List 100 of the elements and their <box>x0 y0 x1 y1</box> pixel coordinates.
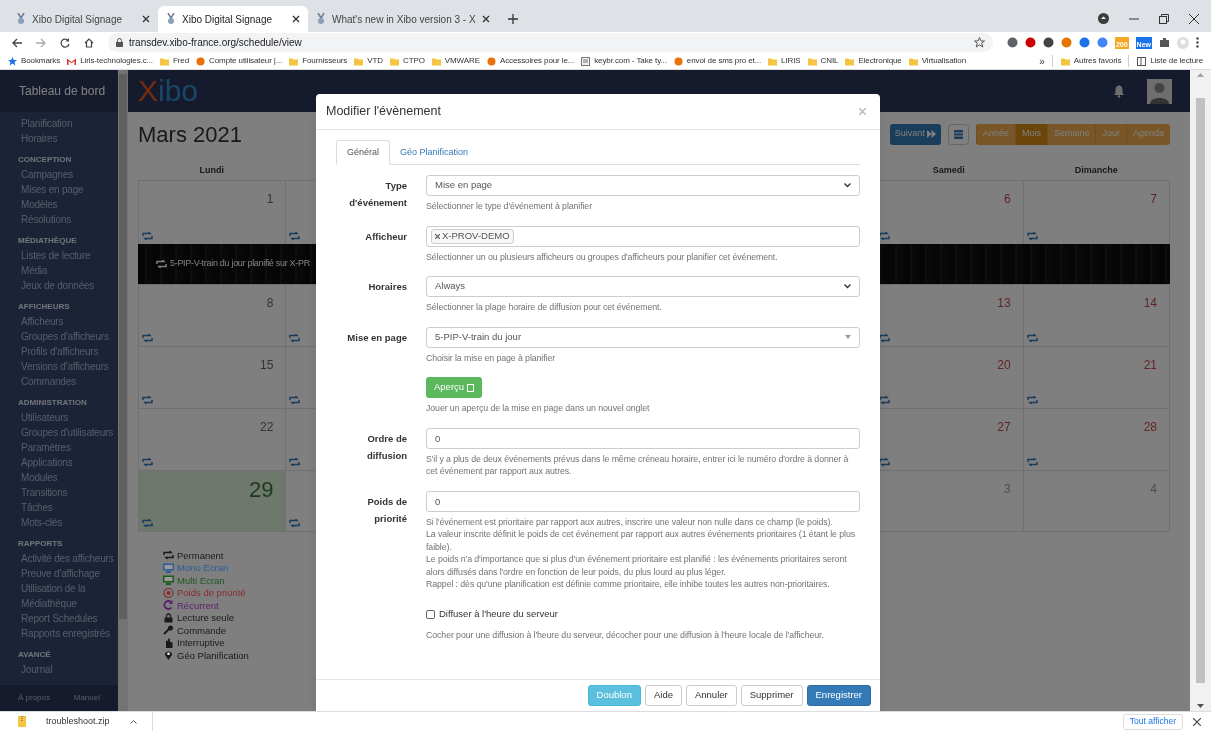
sidebar-item[interactable]: Groupes d'afficheurs <box>0 329 118 344</box>
bookmark[interactable]: Virtualisation <box>908 55 966 67</box>
extension-icon[interactable] <box>1042 37 1054 48</box>
extension-icon[interactable] <box>1024 37 1036 48</box>
footer-button[interactable]: Aide <box>644 685 682 706</box>
bookmark[interactable]: Accessoires pour le... <box>486 55 575 67</box>
sidebar-item[interactable]: Horaires <box>0 131 118 146</box>
reading-list[interactable]: Liste de lecture <box>1128 55 1203 67</box>
bookmark[interactable]: CTPO <box>389 55 425 67</box>
close-icon[interactable] <box>1193 717 1201 726</box>
address-field[interactable]: transdev.xibo-france.org/schedule/view <box>108 33 993 52</box>
view-tab[interactable]: Année <box>975 123 1015 145</box>
bookmark[interactable]: keybr.com - Take ty... <box>581 55 667 67</box>
sidebar-item[interactable]: Paramètres <box>0 440 118 455</box>
next-button[interactable]: Suivant <box>889 123 941 145</box>
view-tab[interactable]: Jour <box>1095 123 1126 145</box>
close-icon <box>142 15 150 23</box>
view-tab[interactable]: Mois <box>1014 123 1047 145</box>
sidebar-item[interactable]: Modèles <box>0 197 118 212</box>
logo: Xibo <box>138 76 199 106</box>
restore-icon[interactable] <box>1159 13 1169 24</box>
star-icon[interactable] <box>973 37 985 48</box>
repeat-icon <box>1026 458 1038 466</box>
sidebar-item[interactable]: Rapports enregistrés <box>0 626 118 641</box>
extension-icon[interactable] <box>1006 37 1018 48</box>
bookmark[interactable]: Liris-technologies.c... <box>67 55 153 67</box>
new-tab-icon[interactable] <box>507 14 518 24</box>
checkbox[interactable] <box>426 609 435 619</box>
scrollbar-thumb[interactable] <box>1196 98 1205 683</box>
sidebar-item[interactable]: Profils d'afficheurs <box>0 344 118 359</box>
select-field[interactable]: 5-PIP-V-train du jour <box>426 326 860 348</box>
tag-field[interactable]: X-PROV-DEMO <box>426 225 860 247</box>
select-field[interactable]: Always <box>426 276 860 297</box>
sidebar-title[interactable]: Tableau de bord <box>0 70 118 112</box>
browser-tab[interactable]: Xibo Digital Signage <box>158 6 308 32</box>
back-icon[interactable] <box>12 37 22 48</box>
tag-chip[interactable]: X-PROV-DEMO <box>431 228 514 244</box>
sidebar-item[interactable]: Média <box>0 263 118 278</box>
scrollbar-thumb[interactable] <box>119 74 127 619</box>
bookmark[interactable]: Autres favoris <box>1051 55 1122 67</box>
day-cell[interactable]: 14 <box>1022 285 1170 346</box>
reload-icon[interactable] <box>60 37 70 48</box>
weekday-header: Dimanche <box>1074 165 1118 175</box>
bookmark[interactable]: envoi de sms pro et... <box>673 55 762 67</box>
number-field[interactable]: 0 <box>426 427 860 449</box>
bookmark[interactable]: VMWARE <box>431 55 480 67</box>
bookmark[interactable]: VTD <box>354 55 383 67</box>
home-icon[interactable] <box>84 37 94 48</box>
avatar-icon[interactable] <box>1147 78 1172 104</box>
preview-button[interactable]: Aperçu <box>426 377 483 398</box>
day-cell[interactable]: 15 <box>138 347 286 408</box>
account-icon[interactable] <box>1098 13 1109 24</box>
more-bookmarks[interactable]: » <box>1039 53 1045 69</box>
scroll-down-icon[interactable] <box>1197 704 1204 708</box>
bookmark[interactable]: Fournisseurs <box>289 55 348 67</box>
footer-button[interactable]: Enregistrer <box>806 685 871 706</box>
sidebar-item[interactable]: Applications <box>0 455 118 470</box>
bookmark[interactable]: Fred <box>160 55 190 67</box>
download-item[interactable]: troubleshoot.zip <box>18 711 153 731</box>
view-tab[interactable]: Agenda <box>1125 123 1170 145</box>
modal-tab[interactable]: Général <box>336 140 391 165</box>
sidebar-item[interactable]: Résolutions <box>0 212 118 227</box>
sidebar-item[interactable]: Utilisateurs <box>0 410 118 425</box>
footer-button[interactable]: Doublon <box>587 685 641 706</box>
sidebar-item[interactable]: Transitions <box>0 485 118 500</box>
show-all-button[interactable]: Tout afficher <box>1122 713 1183 730</box>
calendar-icon[interactable] <box>947 123 969 145</box>
bookmark[interactable]: Compte utilisateur |... <box>196 55 283 67</box>
close-icon <box>481 15 490 23</box>
day-cell[interactable]: 29 <box>138 471 286 531</box>
number-field[interactable]: 0 <box>426 490 860 512</box>
day-cell[interactable]: 21 <box>1022 347 1170 408</box>
sidebar-item[interactable]: Planification <box>0 116 118 131</box>
sidebar-heading: MÉDIATHÈQUE <box>17 235 78 247</box>
footer-button[interactable]: Annuler <box>685 685 737 706</box>
sidebar-item[interactable]: Modules <box>0 470 118 485</box>
day-cell[interactable]: 28 <box>1022 409 1170 470</box>
sidebar-item[interactable]: Afficheurs <box>0 314 118 329</box>
bookmark[interactable]: Bookmarks <box>8 55 61 67</box>
view-tab[interactable]: Semaine <box>1046 123 1096 145</box>
close-icon[interactable] <box>1189 13 1199 24</box>
modal-tab[interactable]: Géo Planification <box>390 140 479 165</box>
browser-tab[interactable]: What's new in Xibo version 3 - X <box>308 6 498 32</box>
sidebar-item[interactable]: Preuve d'affichage <box>0 566 118 581</box>
bookmark[interactable]: LIRIS <box>768 55 801 67</box>
bell-icon[interactable] <box>1113 84 1125 98</box>
footer-button[interactable]: Supprimer <box>740 685 803 706</box>
repeat-icon <box>142 334 153 342</box>
select-field[interactable]: Mise en page <box>426 175 860 196</box>
sidebar-item[interactable]: Mots-clés <box>0 515 118 530</box>
bookmark[interactable]: Electronique <box>845 55 902 67</box>
browser-tab[interactable]: Xibo Digital Signage <box>8 6 158 32</box>
sidebar-item[interactable]: Campagnes <box>0 167 118 182</box>
bookmark[interactable]: CNIL <box>807 55 839 67</box>
checkbox-label[interactable]: Diffuser à l'heure du serveur <box>439 606 558 622</box>
sidebar-item[interactable]: Versions d'afficheurs <box>0 359 118 374</box>
day-cell[interactable]: 8 <box>138 285 286 346</box>
menu-icon[interactable] <box>1196 37 1199 48</box>
extension-icon[interactable] <box>1078 37 1090 48</box>
day-cell[interactable]: 22 <box>138 409 286 470</box>
